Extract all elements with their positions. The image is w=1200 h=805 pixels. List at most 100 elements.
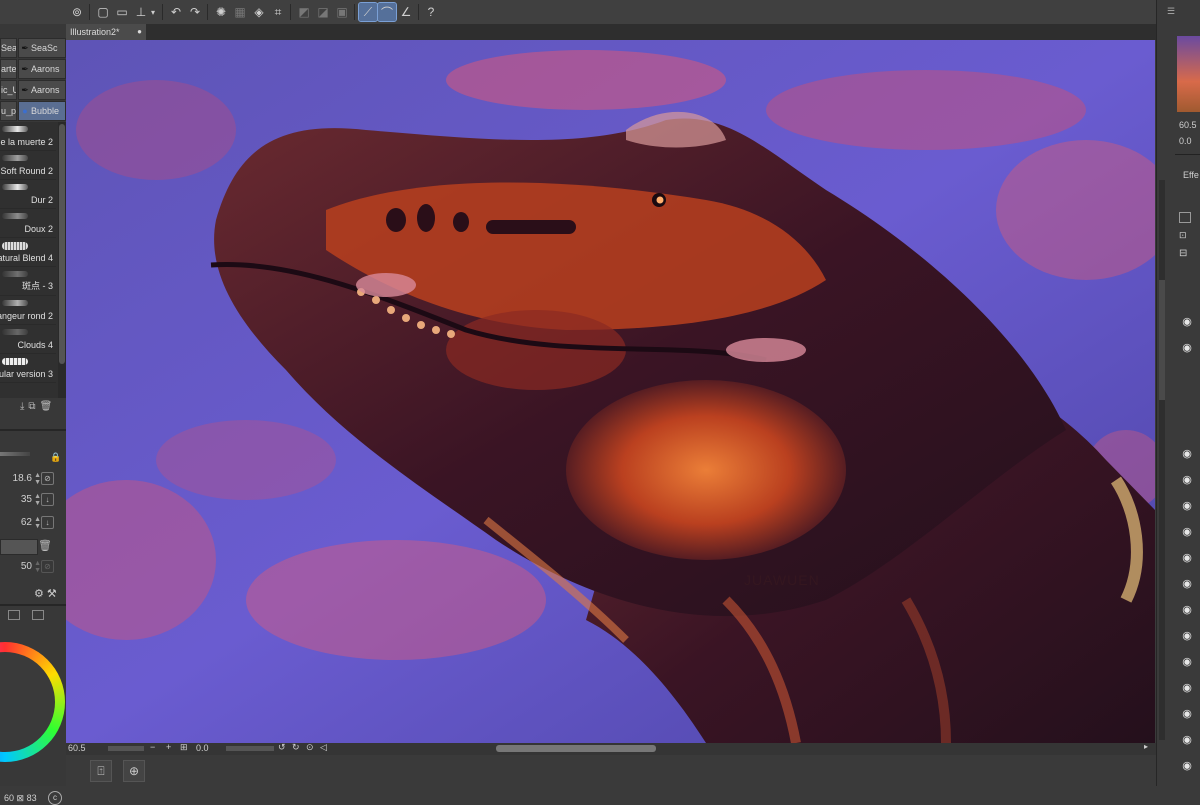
brush-list-scrollbar[interactable] <box>58 122 66 398</box>
color-wheel[interactable] <box>0 642 65 762</box>
spinner-icon[interactable]: ▲ ▼ <box>34 516 41 530</box>
rotation-value[interactable]: 0.0 <box>196 743 209 753</box>
navigator-thumbnail[interactable] <box>1177 36 1200 112</box>
trash-icon[interactable]: 🗑 <box>38 539 52 552</box>
brush-item[interactable]: Soft Round 2 <box>0 151 56 180</box>
stabilization-row[interactable]: 50 ▲ ▼ ⊘ <box>0 557 60 577</box>
drawing-canvas[interactable]: JUAWUEN <box>66 40 1155 743</box>
subtool-item[interactable]: ✒ SeaSc <box>18 38 66 58</box>
pressure-icon[interactable]: ⊘ <box>41 560 54 573</box>
spinner-icon[interactable]: ▲ ▼ <box>34 560 41 574</box>
flip-icon[interactable]: ◁ <box>320 742 327 753</box>
clear-icon[interactable]: ▦ <box>231 3 249 21</box>
eye-icon[interactable]: ◉ <box>1179 552 1195 564</box>
stabilizer-line-icon[interactable]: ⟋ <box>358 2 378 22</box>
chevron-right-icon[interactable]: ▸ <box>1144 742 1148 751</box>
brush-item[interactable]: Clouds 4 <box>0 325 56 354</box>
close-icon[interactable]: ● <box>137 24 142 40</box>
transform-icon[interactable]: ⌗ <box>269 3 287 21</box>
density-row[interactable]: 62 ▲ ▼ ↓ <box>0 513 60 533</box>
subtool-item[interactable]: arte <box>0 59 17 79</box>
subtool-item-selected[interactable]: ● Bubble <box>18 101 66 121</box>
zoom-slider[interactable] <box>108 746 144 751</box>
eye-icon[interactable]: ◉ <box>1179 474 1195 486</box>
eye-icon[interactable]: ◉ <box>1179 526 1195 538</box>
eye-icon[interactable]: ◉ <box>1179 630 1195 642</box>
eye-icon[interactable]: ◉ <box>1179 316 1195 328</box>
wrench-icon[interactable]: ⚒ <box>47 588 60 600</box>
duplicate-icon[interactable]: ⧉ <box>28 401 39 412</box>
brush-item[interactable]: 斑点 - 3 <box>0 267 56 296</box>
spinner-icon[interactable]: ▲ ▼ <box>34 493 41 507</box>
brush-item[interactable]: gular version 3 <box>0 354 56 383</box>
layer-mask-icon[interactable]: ⊟ <box>1179 248 1187 259</box>
rotation-slider[interactable] <box>226 746 274 751</box>
brush-item[interactable]: de la muerte 2 <box>0 122 56 151</box>
eye-icon[interactable]: ◉ <box>1179 342 1195 354</box>
selection-area-icon[interactable]: ▣ <box>333 3 351 21</box>
selection-border-icon[interactable]: ◪ <box>314 3 332 21</box>
layer-scrollbar[interactable] <box>1159 180 1165 740</box>
lock-icon[interactable]: 🔒 <box>50 452 61 463</box>
stabilizer-ruler-icon[interactable]: ∠ <box>397 3 415 21</box>
loading-icon[interactable]: ✺ <box>212 3 230 21</box>
texture-field[interactable] <box>0 539 38 555</box>
layout-toggle-icon[interactable]: ⊕ <box>123 760 145 782</box>
reset-rotation-icon[interactable]: ⊙ <box>306 742 314 753</box>
eye-icon[interactable]: ◉ <box>1179 708 1195 720</box>
brush-item[interactable]: Doux 2 <box>0 209 56 238</box>
rotate-right-icon[interactable]: ↻ <box>292 742 300 753</box>
open-icon[interactable]: ▭ <box>113 3 131 21</box>
zoom-value[interactable]: 60.5 <box>68 743 86 753</box>
eye-icon[interactable]: ◉ <box>1179 578 1195 590</box>
navigator-zoom[interactable]: 60.5 <box>1179 120 1197 130</box>
horizontal-scrollbar[interactable] <box>496 745 656 752</box>
tab-document[interactable]: Illustration2* ● <box>66 24 146 40</box>
brush-item[interactable]: Dur 2 <box>0 180 56 209</box>
layer-property-effect[interactable]: Effe <box>1183 170 1199 180</box>
swap-icon[interactable]: ⊠ <box>17 793 25 803</box>
pressure-icon[interactable]: ↓ <box>41 493 54 506</box>
subtool-item[interactable]: u_pi <box>0 101 17 121</box>
pressure-icon[interactable]: ⊘ <box>41 472 54 485</box>
navigator-toggle-icon[interactable]: ⍐ <box>90 760 112 782</box>
subtool-item[interactable]: SeaSa <box>0 38 17 58</box>
fill-icon[interactable]: ◈ <box>250 3 268 21</box>
settings-icon[interactable]: ⚙ <box>34 588 47 600</box>
navigator-rotation[interactable]: 0.0 <box>1179 136 1192 146</box>
pressure-icon[interactable]: ↓ <box>41 516 54 529</box>
redo-icon[interactable]: ↷ <box>186 3 204 21</box>
hide-selection-icon[interactable]: ◩ <box>295 3 313 21</box>
eye-icon[interactable]: ◉ <box>1179 604 1195 616</box>
color-settings-icon[interactable]: c <box>48 791 62 805</box>
layer-lock-icon[interactable]: ⊡ <box>1179 230 1187 241</box>
layer-mode-icon[interactable] <box>1179 212 1191 223</box>
subtool-item[interactable]: ✒ Aarons <box>18 59 66 79</box>
fit-icon[interactable]: ⊞ <box>180 742 188 753</box>
help-icon[interactable]: ? <box>422 3 440 21</box>
zoom-in-icon[interactable]: + <box>166 742 171 752</box>
brush-item[interactable]: atural Blend 4 <box>0 238 56 267</box>
stabilizer-curve-icon[interactable]: ⌒ <box>377 2 397 22</box>
subtool-item[interactable]: ic_U <box>0 80 17 100</box>
save-icon[interactable]: ⊥ <box>132 3 150 21</box>
eye-icon[interactable]: ◉ <box>1179 682 1195 694</box>
zoom-out-icon[interactable]: − <box>150 742 155 752</box>
app-menu-icon[interactable]: ⊚ <box>68 3 86 21</box>
chevron-down-icon[interactable]: ▾ <box>149 3 157 21</box>
eye-icon[interactable]: ◉ <box>1179 734 1195 746</box>
opacity-row[interactable]: 35 ▲ ▼ ↓ <box>0 490 60 510</box>
panel-menu-icon[interactable]: ☰ <box>1167 6 1175 17</box>
trash-icon[interactable]: 🗑 <box>40 401 57 412</box>
color-tab-icon[interactable] <box>8 610 20 620</box>
brush-item[interactable]: angeur rond 2 <box>0 296 56 325</box>
eye-icon[interactable]: ◉ <box>1179 448 1195 460</box>
spinner-icon[interactable]: ▲ ▼ <box>34 472 41 486</box>
new-canvas-icon[interactable]: ▢ <box>94 3 112 21</box>
rotate-left-icon[interactable]: ↺ <box>278 742 286 753</box>
brush-size-row[interactable]: 18.6 ▲ ▼ ⊘ <box>0 469 60 489</box>
subtool-item[interactable]: ✒ Aarons <box>18 80 66 100</box>
eye-icon[interactable]: ◉ <box>1179 760 1195 772</box>
eye-icon[interactable]: ◉ <box>1179 656 1195 668</box>
color-tab-icon[interactable] <box>32 610 44 620</box>
